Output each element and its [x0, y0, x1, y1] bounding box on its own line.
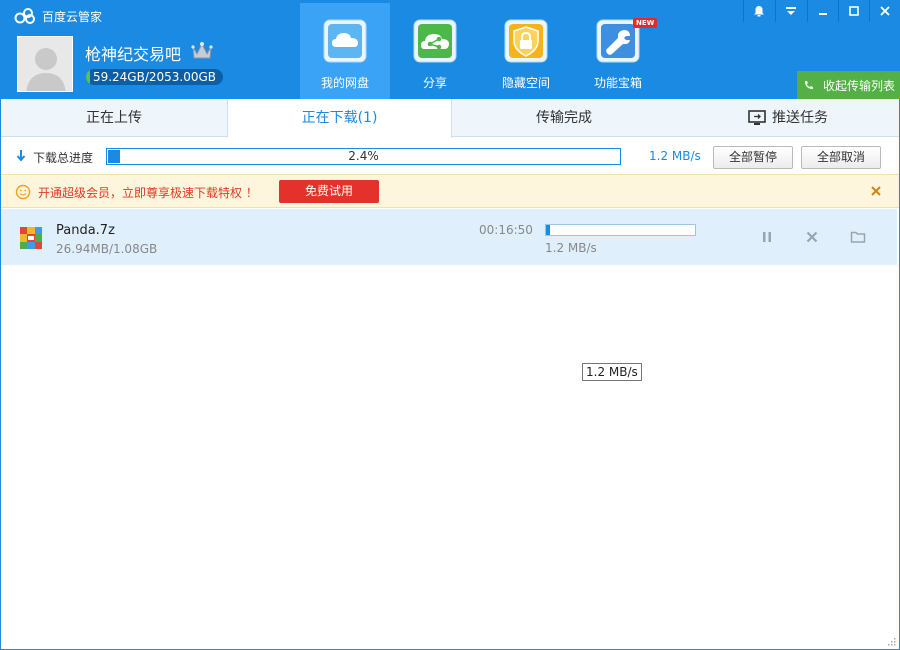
notification-button[interactable] — [743, 0, 774, 22]
promo-text: 开通超级会员，立即尊享极速下载特权 ！ — [38, 186, 258, 200]
task-progress-bar — [545, 224, 696, 236]
nav-label: 分享 — [422, 76, 447, 90]
speed-tooltip: 1.2 MB/s — [582, 363, 642, 381]
baidu-cloud-logo-icon — [14, 8, 35, 24]
archive-file-icon — [20, 227, 42, 249]
total-progress-row: 下载总进度 2.4% 1.2 MB/s 全部暂停 全部取消 — [0, 138, 900, 174]
nav-share[interactable]: 分享 — [390, 3, 480, 99]
vip-promo-banner: 开通超级会员，立即尊享极速下载特权 ！ 免费试用 — [0, 174, 900, 208]
nav-label: 我的网盘 — [320, 76, 369, 90]
nav-toolbox[interactable]: NEW 功能宝箱 — [573, 3, 663, 99]
nav-my-disk[interactable]: 我的网盘 — [300, 3, 390, 99]
app-title: 百度云管家 — [42, 10, 103, 24]
close-button[interactable] — [869, 0, 900, 22]
cloud-icon — [323, 19, 367, 63]
cancel-icon[interactable] — [804, 229, 820, 245]
collapse-transfer-list-button[interactable]: 收起传输列表 — [797, 71, 900, 99]
new-badge: NEW — [633, 18, 658, 28]
task-progress-fill — [546, 225, 550, 235]
table-row[interactable]: Panda.7z 26.94MB/1.08GB 00:16:50 1.2 MB/… — [0, 209, 897, 265]
banner-close-icon[interactable] — [868, 183, 884, 199]
storage-text: 59.24GB/2053.00GB — [92, 70, 217, 84]
menu-button[interactable] — [775, 0, 806, 22]
total-progress-label: 下载总进度 — [33, 151, 94, 165]
username[interactable]: 枪神纪交易吧 — [85, 41, 181, 65]
pause-all-button[interactable]: 全部暂停 — [713, 146, 793, 169]
smile-icon — [15, 184, 31, 200]
maximize-button[interactable] — [838, 0, 869, 22]
monitor-icon — [748, 110, 766, 125]
total-progress-percent: 2.4% — [348, 149, 379, 163]
phone-icon — [805, 81, 813, 89]
tab-push-tasks[interactable]: 推送任务 — [676, 99, 900, 137]
minimize-button[interactable] — [807, 0, 838, 22]
lock-icon — [504, 19, 548, 63]
free-trial-button[interactable]: 免费试用 — [279, 180, 379, 203]
task-speed: 1.2 MB/s — [545, 241, 597, 255]
nav-hidden-space[interactable]: 隐藏空间 — [481, 3, 571, 99]
nav-label: 功能宝箱 — [593, 76, 642, 90]
total-speed: 1.2 MB/s — [649, 149, 701, 163]
nav-label: 隐藏空间 — [501, 76, 550, 90]
minimize-icon — [819, 13, 827, 15]
tab-completed[interactable]: 传输完成 — [452, 99, 676, 137]
cancel-all-button[interactable]: 全部取消 — [801, 146, 881, 169]
avatar[interactable] — [17, 36, 73, 92]
total-progress-bar: 2.4% — [106, 148, 621, 165]
download-arrow-icon — [16, 150, 26, 162]
storage-meter: 59.24GB/2053.00GB — [86, 69, 223, 85]
file-name: Panda.7z — [56, 223, 115, 238]
transfer-tabs: 正在上传 正在下载(1) 传输完成 推送任务 — [0, 99, 900, 138]
file-size: 26.94MB/1.08GB — [56, 242, 158, 256]
folder-icon[interactable] — [850, 229, 866, 245]
resize-grip-icon[interactable] — [886, 636, 896, 646]
close-icon — [880, 6, 890, 16]
tab-uploading[interactable]: 正在上传 — [0, 99, 228, 137]
menu-icon — [786, 7, 796, 15]
maximize-icon — [849, 6, 859, 16]
vip-crown-icon[interactable] — [191, 40, 213, 62]
tab-push-label: 推送任务 — [772, 110, 828, 126]
time-remaining: 00:16:50 — [479, 223, 533, 237]
tab-downloading[interactable]: 正在下载(1) — [227, 99, 452, 138]
bell-icon — [754, 6, 764, 17]
user-silhouette-icon — [18, 37, 72, 91]
collapse-label: 收起传输列表 — [823, 78, 896, 93]
header: 百度云管家 枪神纪交易吧 59.24GB/2053.00GB 我的网盘 分享 隐… — [0, 0, 900, 99]
pause-icon[interactable] — [759, 229, 775, 245]
share-icon — [413, 19, 457, 63]
